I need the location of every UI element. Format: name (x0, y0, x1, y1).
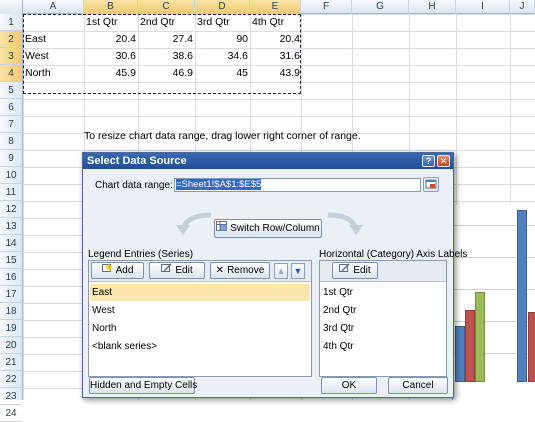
add-series-icon (101, 263, 113, 278)
select-all-corner[interactable] (0, 0, 23, 14)
axis-labels-label: Horizontal (Category) Axis Labels (319, 249, 468, 260)
move-up-button[interactable]: ▲ (274, 263, 288, 279)
column-header-a[interactable]: A (23, 0, 84, 14)
row-header-12[interactable]: 12 (0, 201, 22, 218)
resize-range-note: To resize chart data range, drag lower r… (84, 130, 361, 142)
row-header-11[interactable]: 11 (0, 184, 22, 201)
edit-axis-labels-button[interactable]: Edit (332, 262, 378, 279)
row-header-10[interactable]: 10 (0, 167, 22, 184)
chart-data-range-value: =Sheet1!$A$1:$E$5 (176, 179, 262, 190)
row-header-15[interactable]: 15 (0, 252, 22, 269)
row-header-16[interactable]: 16 (0, 269, 22, 286)
legend-toolbar: Add Edit ✕ Remove ▲ ▼ (89, 261, 311, 282)
row-header-18[interactable]: 18 (0, 303, 22, 320)
chart-bar-east[interactable] (455, 326, 465, 382)
cancel-button[interactable]: Cancel (388, 377, 448, 394)
column-header-b[interactable]: B (84, 0, 138, 14)
chart-data-range-input[interactable]: =Sheet1!$A$1:$E$5 (174, 178, 421, 192)
category-item-1[interactable]: 1st Qtr (323, 284, 353, 301)
move-down-button[interactable]: ▼ (291, 263, 305, 279)
close-button[interactable]: ✕ (437, 155, 450, 167)
chart-bar-west[interactable] (528, 312, 535, 382)
row-header-22[interactable]: 22 (0, 371, 22, 388)
category-item-3[interactable]: 3rd Qtr (323, 320, 354, 337)
column-header-j[interactable]: J (510, 0, 535, 14)
swap-arrow-right-icon (326, 211, 366, 241)
row-header-8[interactable]: 8 (0, 133, 22, 150)
axis-labels-panel: Edit 1st Qtr 2nd Qtr 3rd Qtr 4th Qtr (319, 260, 447, 377)
row-header-5[interactable]: 5 (0, 82, 22, 99)
legend-entries-panel: Add Edit ✕ Remove ▲ ▼ East West North <bl… (88, 260, 312, 377)
column-header-h[interactable]: H (409, 0, 456, 14)
category-item-2[interactable]: 2nd Qtr (323, 302, 356, 319)
column-header-c[interactable]: C (138, 0, 195, 14)
row-header-20[interactable]: 20 (0, 337, 22, 354)
legend-entries-label: Legend Entries (Series) (88, 249, 194, 260)
row-header-17[interactable]: 17 (0, 286, 22, 303)
series-item-west[interactable]: West (92, 302, 115, 319)
chart-bar-west[interactable] (465, 310, 475, 382)
remove-series-button[interactable]: ✕ Remove (210, 262, 270, 279)
series-item-north[interactable]: North (92, 320, 116, 337)
row-header-6[interactable]: 6 (0, 99, 22, 116)
column-header-e[interactable]: E (250, 0, 301, 14)
row-header-24[interactable]: 24 (0, 405, 22, 422)
help-button[interactable]: ? (422, 155, 435, 167)
series-item-blank[interactable]: <blank series> (92, 338, 157, 355)
column-header-d[interactable]: D (195, 0, 250, 14)
category-item-4[interactable]: 4th Qtr (323, 338, 354, 355)
chart-bar-north[interactable] (475, 292, 485, 382)
switch-row-column-label: Switch Row/Column (230, 223, 320, 234)
column-header-i[interactable]: I (456, 0, 510, 14)
row-header-3[interactable]: 3 (0, 48, 22, 65)
row-header-bar: 1 2 3 4 5 6 7 8 9 10 11 12 13 14 15 16 17 18 19 20 21 22 23 24 (0, 14, 23, 422)
chart-data-range-label: Chart data range: (95, 180, 173, 191)
edit-series-label: Edit (175, 265, 193, 276)
range-select-icon (425, 179, 437, 189)
row-header-1[interactable]: 1 (0, 14, 22, 31)
select-data-source-dialog: Select Data Source ? ✕ Chart data range:… (82, 152, 467, 398)
row-header-2[interactable]: 2 (0, 31, 22, 48)
switch-grid-icon (216, 220, 228, 237)
row-header-7[interactable]: 7 (0, 116, 22, 133)
remove-x-icon: ✕ (215, 265, 225, 276)
row-header-23[interactable]: 23 (0, 388, 22, 405)
ok-button[interactable]: OK (321, 377, 377, 394)
column-header-f[interactable]: F (301, 0, 352, 14)
data-range-marquee[interactable] (23, 14, 301, 94)
arrow-down-icon: ▼ (293, 266, 303, 276)
edit-axis-labels-label: Edit (353, 265, 371, 276)
chart-bar-east[interactable] (517, 210, 527, 382)
edit-series-icon (161, 263, 172, 278)
row-header-13[interactable]: 13 (0, 218, 22, 235)
row-header-19[interactable]: 19 (0, 320, 22, 337)
switch-row-column-button[interactable]: Switch Row/Column (214, 219, 322, 238)
row-header-21[interactable]: 21 (0, 354, 22, 371)
row-header-14[interactable]: 14 (0, 235, 22, 252)
collapse-dialog-button[interactable] (423, 177, 439, 192)
column-header-g[interactable]: G (352, 0, 409, 14)
chart-area[interactable] (452, 205, 535, 400)
edit-series-button[interactable]: Edit (149, 262, 205, 279)
add-series-button[interactable]: Add (91, 262, 144, 279)
edit-axis-icon (339, 263, 350, 278)
dialog-title: Select Data Source (87, 155, 187, 167)
column-header-bar: A B C D E F G H I J (0, 0, 535, 14)
arrow-up-icon: ▲ (276, 266, 286, 276)
series-item-east[interactable]: East (90, 284, 310, 301)
add-series-label: Add (115, 265, 134, 276)
dialog-titlebar[interactable]: Select Data Source ? ✕ (83, 153, 453, 169)
row-header-4[interactable]: 4 (0, 65, 22, 82)
hidden-empty-cells-button[interactable]: Hidden and Empty Cells (89, 377, 197, 394)
axis-toolbar: Edit (320, 261, 446, 282)
row-header-9[interactable]: 9 (0, 150, 22, 167)
swap-arrow-left-icon (173, 211, 213, 241)
remove-series-label: Remove (227, 265, 265, 276)
